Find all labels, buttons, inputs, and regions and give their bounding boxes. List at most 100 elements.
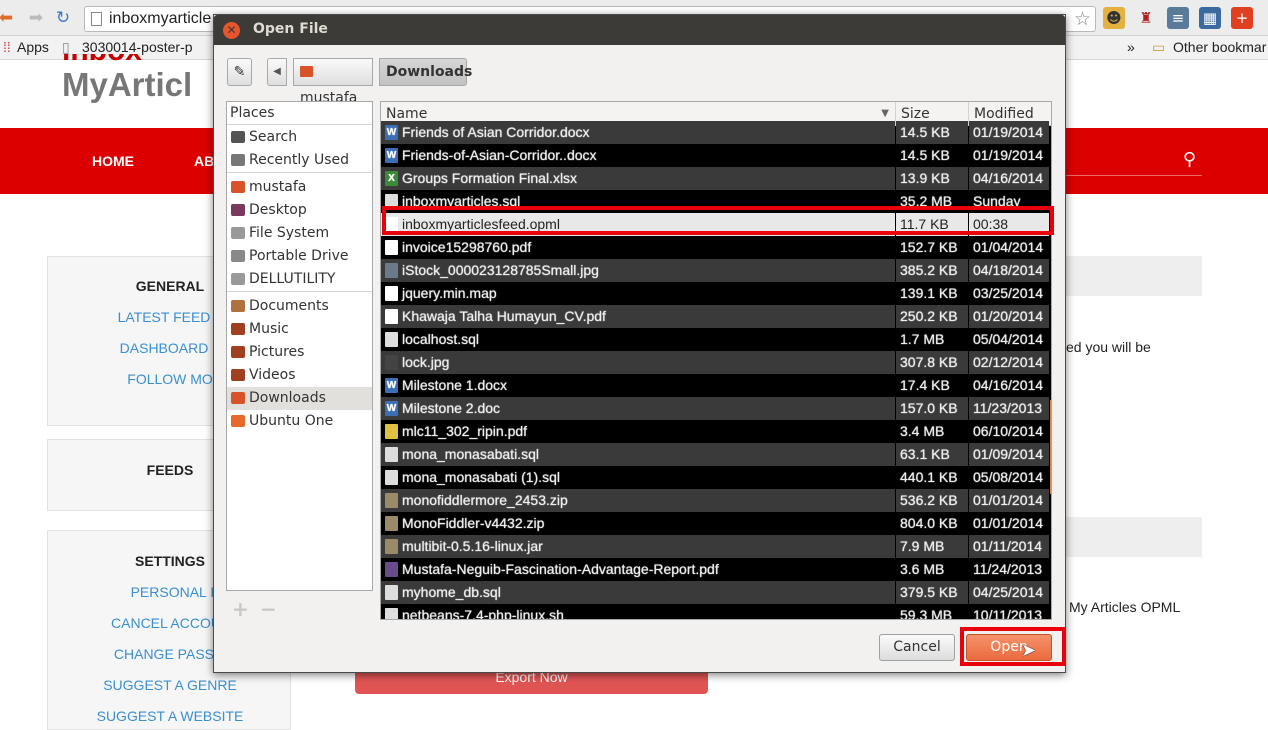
file-name: monofiddlermore_2453.zip (381, 489, 895, 512)
file-row[interactable]: W Milestone 2.doc 157.0 KB 11/23/2013 (381, 397, 1049, 420)
search-icon[interactable]: ⚲ (1183, 149, 1196, 170)
file-row[interactable]: mona_monasabati.sql 63.1 KB 01/09/2014 (381, 443, 1049, 466)
place-icon (231, 392, 245, 404)
dialog-title: Open File (253, 21, 328, 37)
extension-stack-icon[interactable]: ≡ (1167, 7, 1189, 29)
file-modified: 01/20/2014 (969, 305, 1049, 328)
nav-home[interactable]: HOME (92, 153, 134, 169)
bookmark-star-icon[interactable]: ☆ (1074, 8, 1091, 30)
dialog-titlebar[interactable]: ✕ Open File (214, 15, 1065, 45)
file-row[interactable]: invoice15298760.pdf 152.7 KB 01/04/2014 (381, 236, 1049, 259)
file-row[interactable]: mlc11_302_ripin.pdf 3.4 MB 06/10/2014 (381, 420, 1049, 443)
file-name: W Milestone 2.doc (381, 397, 895, 420)
file-modified: 10/11/2013 (969, 604, 1049, 619)
file-row[interactable]: W Friends of Asian Corridor.docx 14.5 KB 01… (381, 121, 1049, 144)
bookmark-poster[interactable]: 3030014-poster-p (82, 39, 193, 55)
place-label: Portable Drive (249, 248, 349, 264)
sidebar-link[interactable]: SUGGEST A WEBSITE (48, 708, 292, 724)
file-name-text: mlc11_302_ripin.pdf (402, 423, 528, 439)
place-item[interactable]: Downloads (227, 387, 372, 410)
place-label: File System (249, 225, 330, 241)
place-item[interactable]: mustafa (227, 176, 372, 199)
file-row[interactable]: W Friends-of-Asian-Corridor..docx 14.5 KB 0… (381, 144, 1049, 167)
file-row[interactable]: myhome_db.sql 379.5 KB 04/25/2014 (381, 581, 1049, 604)
bookmark-apps[interactable]: Apps (17, 39, 49, 55)
file-row[interactable]: iStock_000023128785Small.jpg 385.2 KB 04/1… (381, 259, 1049, 282)
place-icon (231, 323, 245, 335)
file-row[interactable]: mona_monasabati (1).sql 440.1 KB 05/08/201… (381, 466, 1049, 489)
place-item[interactable]: Portable Drive (227, 245, 372, 268)
cancel-button[interactable]: Cancel (879, 634, 955, 661)
place-icon (231, 154, 245, 166)
place-item[interactable]: Ubuntu One (227, 410, 372, 433)
file-list[interactable]: Name ▼ Size Modified W Friends of Asian C… (380, 101, 1052, 620)
home-folder-icon (300, 66, 313, 77)
reload-icon[interactable]: ↻ (53, 8, 73, 28)
file-name-text: jquery.min.map (402, 285, 497, 301)
site-search[interactable]: ⚲ (1060, 146, 1202, 176)
file-row[interactable]: X Groups Formation Final.xlsx 13.9 KB 04/16… (381, 167, 1049, 190)
file-name-text: Mustafa-Neguib-Fascination-Advantage-Rep… (402, 561, 719, 577)
site-logo[interactable]: MyArticl (62, 66, 192, 104)
place-item[interactable]: Pictures (227, 341, 372, 364)
bookmark-other[interactable]: Other bookmar (1173, 39, 1266, 55)
file-modified: 04/16/2014 (969, 167, 1049, 190)
file-name: localhost.sql (381, 328, 895, 351)
file-modified: 02/12/2014 (969, 351, 1049, 374)
breadcrumb-downloads[interactable]: Downloads (379, 58, 472, 86)
extension-plus-icon[interactable]: + (1231, 7, 1253, 29)
file-modified: 01/01/2014 (969, 512, 1049, 535)
places-separator (227, 291, 372, 292)
file-row[interactable]: MonoFiddler-v4432.zip 804.0 KB 01/01/2014 (381, 512, 1049, 535)
places-header: Places (227, 102, 372, 125)
file-size: 157.0 KB (896, 397, 968, 420)
place-item[interactable]: Documents (227, 295, 372, 318)
file-row[interactable]: multibit-0.5.16-linux.jar 7.9 MB 01/11/201… (381, 535, 1049, 558)
file-icon (385, 470, 398, 485)
extension-grid-icon[interactable]: ▦ (1199, 7, 1221, 29)
file-icon (385, 355, 398, 370)
remove-bookmark-icon[interactable]: − (260, 597, 277, 621)
place-item[interactable]: Recently Used (227, 149, 372, 172)
place-item[interactable]: Search (227, 126, 372, 149)
file-row[interactable]: lock.jpg 307.8 KB 02/12/2014 (381, 351, 1049, 374)
breadcrumb-mustafa[interactable]: mustafa (293, 58, 373, 106)
file-name: Khawaja Talha Humayun_CV.pdf (381, 305, 895, 328)
file-row[interactable]: jquery.min.map 139.1 KB 03/25/2014 (381, 282, 1049, 305)
file-size: 17.4 KB (896, 374, 968, 397)
file-row[interactable]: localhost.sql 1.7 MB 05/04/2014 (381, 328, 1049, 351)
file-icon (385, 424, 398, 439)
place-item[interactable]: Desktop (227, 199, 372, 222)
file-modified: 04/18/2014 (969, 259, 1049, 282)
file-row[interactable]: W Milestone 1.docx 17.4 KB 04/16/2014 (381, 374, 1049, 397)
content-text: ed you will be (1066, 339, 1151, 355)
file-name-text: localhost.sql (402, 331, 480, 347)
extension-face-icon[interactable]: ☻ (1103, 7, 1125, 29)
forward-arrow-icon[interactable]: ➡ (26, 8, 46, 28)
file-row[interactable]: Khawaja Talha Humayun_CV.pdf 250.2 KB 01/2… (381, 305, 1049, 328)
close-icon[interactable]: ✕ (223, 22, 240, 39)
place-item[interactable]: Videos (227, 364, 372, 387)
back-arrow-icon[interactable]: ⬅ (0, 8, 16, 28)
sidebar-link[interactable]: SUGGEST A GENRE (48, 677, 292, 693)
file-name: multibit-0.5.16-linux.jar (381, 535, 895, 558)
file-name-text: Milestone 1.docx (402, 377, 508, 393)
nav-about[interactable]: AB (194, 153, 214, 169)
file-row[interactable]: Mustafa-Neguib-Fascination-Advantage-Rep… (381, 558, 1049, 581)
file-size: 1.7 MB (896, 328, 968, 351)
bookmarks-overflow[interactable]: » (1127, 39, 1135, 55)
path-back-button[interactable]: ◀ (267, 58, 287, 86)
place-icon (231, 227, 245, 239)
file-row[interactable]: monofiddlermore_2453.zip 536.2 KB 01/01/20… (381, 489, 1049, 512)
place-item[interactable]: DELLUTILITY (227, 268, 372, 291)
file-row[interactable]: netbeans-7.4-php-linux.sh 59.3 MB 10/11/20… (381, 604, 1049, 619)
place-item[interactable]: Music (227, 318, 372, 341)
file-icon (385, 332, 398, 347)
add-bookmark-icon[interactable]: + (232, 597, 249, 621)
file-icon (385, 562, 398, 577)
scrollbar-thumb[interactable] (1050, 400, 1051, 494)
type-location-button[interactable]: ✎ (227, 58, 252, 86)
file-size: 536.2 KB (896, 489, 968, 512)
place-item[interactable]: File System (227, 222, 372, 245)
extension-sofa-icon[interactable]: ♜ (1135, 7, 1157, 29)
